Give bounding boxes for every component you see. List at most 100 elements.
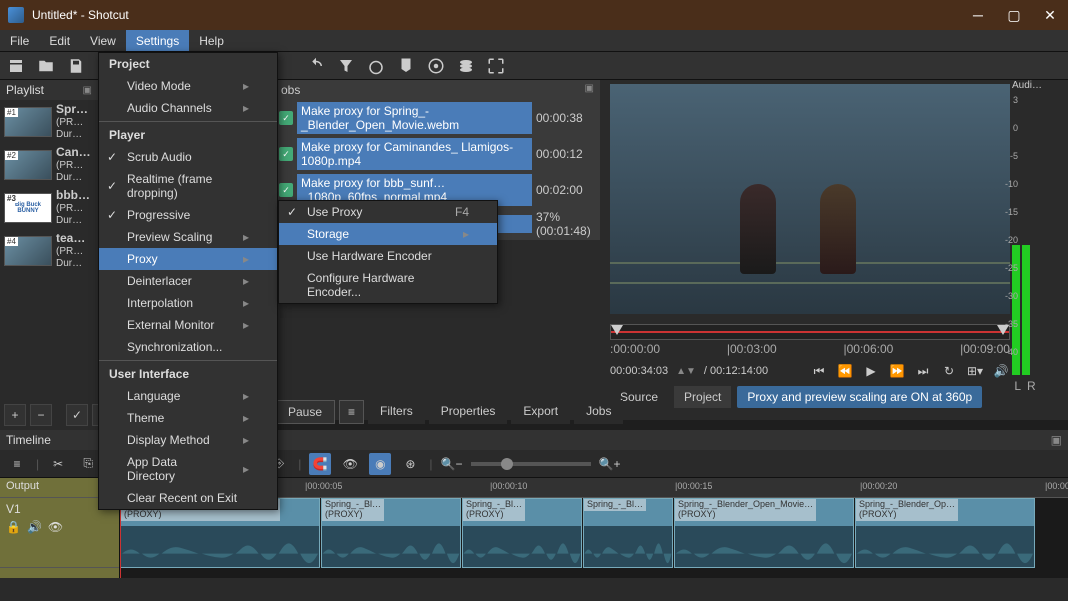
job-row[interactable]: ✓Make proxy for Spring_-_Blender_Open_Mo… <box>275 100 600 136</box>
menu-item-video-mode[interactable]: Video Mode▸ <box>99 75 277 97</box>
close-button[interactable]: ✕ <box>1040 7 1060 24</box>
open-folder-icon[interactable] <box>36 56 56 76</box>
jobs-title: obs <box>281 83 300 97</box>
timer-icon[interactable] <box>366 56 386 76</box>
open-file-icon[interactable] <box>6 56 26 76</box>
ruler-tick: |00:00:05 <box>305 481 342 491</box>
menu-item-display-method[interactable]: Display Method▸ <box>99 429 277 451</box>
menu-item-preview-scaling[interactable]: Preview Scaling▸ <box>99 226 277 248</box>
channel-l-label: L <box>1014 379 1021 393</box>
meter-tick: -5 <box>1010 151 1018 161</box>
menubar: File Edit View Settings Help <box>0 30 1068 52</box>
menu-item-external-monitor[interactable]: External Monitor▸ <box>99 314 277 336</box>
play-icon[interactable]: ▶ <box>862 362 880 380</box>
filter-icon[interactable] <box>336 56 356 76</box>
ripple-all-icon[interactable]: ⊛ <box>399 453 421 475</box>
fullscreen-icon[interactable] <box>486 56 506 76</box>
scrub-tick: |00:09:00 <box>960 342 1010 356</box>
playlist-item[interactable]: #1Spr…(PR…Dur… <box>0 100 98 143</box>
grid-icon[interactable]: ⊞▾ <box>966 362 984 380</box>
menu-edit[interactable]: Edit <box>39 30 80 51</box>
stack-icon[interactable] <box>456 56 476 76</box>
playlist-item[interactable]: #3Big Buck BUNNYbbb…(PR…Dur… <box>0 186 98 229</box>
menu-item-proxy[interactable]: Proxy▸ <box>99 248 277 270</box>
fast-forward-icon[interactable]: ⏩ <box>888 362 906 380</box>
maximize-button[interactable]: ▢ <box>1004 7 1024 24</box>
skip-start-icon[interactable]: ⏮ <box>810 362 828 380</box>
ripple-icon[interactable]: ◉ <box>369 453 391 475</box>
copy-icon[interactable]: ⎘ <box>77 453 99 475</box>
meter-tick: -15 <box>1005 207 1018 217</box>
add-button[interactable]: + <box>4 404 26 426</box>
hide-icon[interactable]: 👁 <box>48 520 63 534</box>
timeline-clip[interactable]: Spring_-_Bl…(PROXY) <box>321 498 461 568</box>
menu-button[interactable]: ≡ <box>339 400 364 424</box>
menu-item-synchronization-[interactable]: Synchronization... <box>99 336 277 358</box>
menu-item-progressive[interactable]: ✓Progressive <box>99 204 277 226</box>
timeline-clip[interactable]: Spring_-_Blender_Open_Movie…(PROXY) <box>674 498 854 568</box>
disc-icon[interactable] <box>426 56 446 76</box>
scrub-tick: |00:06:00 <box>844 342 894 356</box>
skip-end-icon[interactable]: ⏭ <box>914 362 932 380</box>
filters-tab[interactable]: Filters <box>368 400 425 424</box>
mute-icon[interactable]: 🔊 <box>27 520 42 534</box>
cut-icon[interactable]: ✂ <box>47 453 69 475</box>
pause-button[interactable]: Pause <box>275 400 335 424</box>
remove-button[interactable]: − <box>30 404 52 426</box>
timeline-clip[interactable]: Spring_-_Bl… <box>583 498 673 568</box>
scrub-icon[interactable]: 👁 <box>339 453 361 475</box>
meter-tick: -35 <box>1005 319 1018 329</box>
channel-r-label: R <box>1027 379 1036 393</box>
jobs-tab[interactable]: Jobs <box>574 400 623 424</box>
menu-item-deinterlacer[interactable]: Deinterlacer▸ <box>99 270 277 292</box>
project-tab[interactable]: Project <box>674 386 731 408</box>
menu-item-clear-recent-on-exit[interactable]: Clear Recent on Exit <box>99 487 277 509</box>
snap-icon[interactable]: 🧲 <box>309 453 331 475</box>
properties-tab[interactable]: Properties <box>429 400 508 424</box>
export-tab[interactable]: Export <box>511 400 570 424</box>
video-preview[interactable] <box>610 84 1010 314</box>
menu-view[interactable]: View <box>80 30 126 51</box>
submenu-item-storage[interactable]: Storage▸ <box>279 223 497 245</box>
scrub-bar[interactable]: :00:00:00 |00:03:00 |00:06:00 |00:09:00 <box>610 324 1010 358</box>
job-row[interactable]: ✓Make proxy for Caminandes_ Llamigos-108… <box>275 136 600 172</box>
meter-tick: -25 <box>1005 263 1018 273</box>
undock-icon[interactable]: ▣ <box>1051 433 1062 447</box>
check-button[interactable]: ✓ <box>66 404 88 426</box>
marker-icon[interactable] <box>396 56 416 76</box>
minimize-button[interactable]: ─ <box>968 7 988 23</box>
meter-bar-right <box>1022 245 1030 375</box>
playlist-item[interactable]: #2Can…(PR…Dur… <box>0 143 98 186</box>
undock-icon[interactable]: ▣ <box>585 83 594 97</box>
loop-icon[interactable]: ↻ <box>940 362 958 380</box>
lock-icon[interactable]: 🔒 <box>6 520 21 534</box>
submenu-item-use-hardware-encoder[interactable]: Use Hardware Encoder <box>279 245 497 267</box>
menu-file[interactable]: File <box>0 30 39 51</box>
playlist-item[interactable]: #4tea…(PR…Dur… <box>0 229 98 272</box>
menu-help[interactable]: Help <box>189 30 234 51</box>
menu-item-theme[interactable]: Theme▸ <box>99 407 277 429</box>
zoom-in-icon[interactable]: 🔍+ <box>599 453 621 475</box>
menu-settings[interactable]: Settings <box>126 30 189 51</box>
submenu-item-configure-hardware-encoder-[interactable]: Configure Hardware Encoder... <box>279 267 497 303</box>
volume-icon[interactable]: 🔊 <box>992 362 1010 380</box>
zoom-out-icon[interactable]: 🔍− <box>441 453 463 475</box>
menu-item-app-data-directory[interactable]: App Data Directory▸ <box>99 451 277 487</box>
rewind-icon[interactable]: ⏪ <box>836 362 854 380</box>
menu-item-interpolation[interactable]: Interpolation▸ <box>99 292 277 314</box>
undock-icon[interactable]: ▣ <box>83 85 92 96</box>
submenu-item-use-proxy[interactable]: ✓Use ProxyF4 <box>279 201 497 223</box>
undo-icon[interactable] <box>306 56 326 76</box>
zoom-slider[interactable] <box>471 462 591 466</box>
menu-item-realtime-frame-dropping-[interactable]: ✓Realtime (frame dropping) <box>99 168 277 204</box>
timeline-clip[interactable]: Spring_-_Bl…(PROXY) <box>462 498 582 568</box>
menu-item-scrub-audio[interactable]: ✓Scrub Audio <box>99 146 277 168</box>
menu-icon[interactable]: ≡ <box>6 453 28 475</box>
meter-tick: 3 <box>1013 95 1018 105</box>
menu-item-language[interactable]: Language▸ <box>99 385 277 407</box>
menu-item-audio-channels[interactable]: Audio Channels▸ <box>99 97 277 119</box>
timeline-title: Timeline <box>6 433 51 447</box>
save-icon[interactable] <box>66 56 86 76</box>
total-time: / 00:12:14:00 <box>704 365 768 377</box>
timeline-clip[interactable]: Spring_-_Blender_Op…(PROXY) <box>855 498 1035 568</box>
